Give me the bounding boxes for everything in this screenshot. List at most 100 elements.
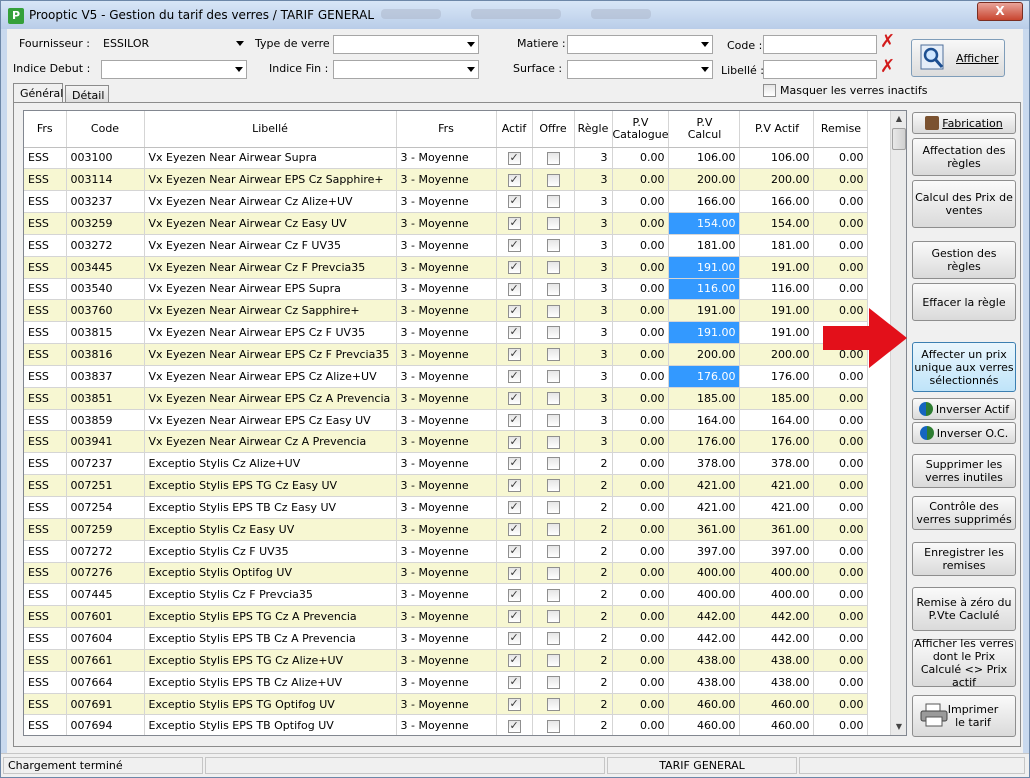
table-row[interactable]: ESS 007254 Exceptio Stylis EPS TB Cz Easy … — [24, 496, 869, 519]
scroll-thumb[interactable] — [892, 128, 906, 150]
table-row[interactable]: ESS 003859 Vx Eyezen Near Airwear EPS Cz E… — [24, 409, 869, 432]
actif-checkbox[interactable] — [507, 588, 521, 602]
clear-libelle-icon[interactable]: ✗ — [880, 58, 895, 76]
actif-checkbox[interactable] — [507, 347, 521, 362]
table-row[interactable]: ESS 007601 Exceptio Stylis EPS TG Cz A Pre… — [24, 605, 869, 629]
table-row[interactable]: ESS 007272 Exceptio Stylis Cz F UV35 3 - Mo… — [24, 540, 869, 563]
offre-checkbox[interactable] — [546, 610, 560, 624]
remise-zero-button[interactable]: Remise à zéro du P.Vte Caclulé — [912, 587, 1016, 631]
afficher-verres-button[interactable]: Afficher les verres dont le Prix Calculé… — [912, 637, 1016, 689]
actif-checkbox[interactable] — [507, 391, 521, 405]
actif-checkbox[interactable] — [507, 631, 521, 646]
offre-checkbox[interactable] — [546, 217, 560, 231]
table-row[interactable]: ESS 003540 Vx Eyezen Near Airwear EPS Supr… — [24, 278, 869, 301]
actif-checkbox[interactable] — [507, 544, 521, 558]
column-header[interactable]: P.V Calcul — [668, 111, 741, 148]
actif-checkbox[interactable] — [507, 522, 521, 537]
offre-checkbox[interactable] — [546, 654, 560, 668]
actif-checkbox[interactable] — [507, 216, 521, 231]
supprimer-verres-button[interactable]: Supprimer les verres inutiles — [912, 454, 1016, 488]
actif-checkbox[interactable] — [507, 413, 521, 427]
column-header[interactable]: Code — [66, 111, 145, 148]
offre-checkbox[interactable] — [546, 632, 560, 646]
table-row[interactable]: ESS 007604 Exceptio Stylis EPS TB Cz A Pre… — [24, 627, 869, 650]
imprimer-tarif-button[interactable]: Imprimer le tarif — [912, 695, 1016, 737]
table-row[interactable]: ESS 003816 Vx Eyezen Near Airwear EPS Cz F… — [24, 343, 869, 366]
column-header[interactable]: Offre — [532, 111, 575, 148]
offre-checkbox[interactable] — [546, 239, 560, 253]
actif-checkbox[interactable] — [507, 435, 521, 449]
offre-checkbox[interactable] — [546, 523, 560, 537]
actif-checkbox[interactable] — [507, 369, 521, 384]
actif-checkbox[interactable] — [507, 609, 521, 624]
offre-checkbox[interactable] — [546, 675, 560, 689]
offre-checkbox[interactable] — [546, 282, 560, 296]
actif-checkbox[interactable] — [507, 456, 521, 471]
gestion-regles-button[interactable]: Gestion des règles — [912, 241, 1016, 279]
offre-checkbox[interactable] — [546, 370, 560, 384]
offre-checkbox[interactable] — [546, 348, 560, 362]
matiere-select[interactable] — [567, 35, 713, 54]
table-row[interactable]: ESS 007691 Exceptio Stylis EPS TG Optifog … — [24, 693, 869, 716]
actif-checkbox[interactable] — [507, 325, 521, 340]
inverser-actif-button[interactable]: Inverser Actif — [912, 398, 1016, 420]
grid-scrollbar[interactable]: ▲ ▼ — [890, 111, 906, 735]
table-row[interactable]: ESS 007694 Exceptio Stylis EPS TB Optifog … — [24, 714, 869, 735]
actif-checkbox[interactable] — [507, 719, 521, 733]
column-header[interactable]: Actif — [496, 111, 533, 148]
offre-checkbox[interactable] — [546, 697, 560, 711]
column-header[interactable]: P.V Catalogue — [612, 111, 670, 148]
offre-checkbox[interactable] — [546, 151, 560, 165]
column-header[interactable]: P.V Actif — [739, 111, 815, 148]
type-verre-select[interactable] — [333, 35, 479, 54]
clear-code-icon[interactable]: ✗ — [880, 33, 895, 51]
offre-checkbox[interactable] — [546, 544, 560, 558]
offre-checkbox[interactable] — [546, 304, 560, 318]
offre-checkbox[interactable] — [546, 391, 560, 405]
offre-checkbox[interactable] — [546, 195, 560, 209]
scroll-up-icon[interactable]: ▲ — [891, 111, 906, 127]
offre-checkbox[interactable] — [546, 566, 560, 580]
affectation-regles-button[interactable]: Affectation des règles — [912, 138, 1016, 176]
offre-checkbox[interactable] — [546, 457, 560, 471]
table-row[interactable]: ESS 007276 Exceptio Stylis Optifog UV 3 - M… — [24, 562, 869, 585]
table-row[interactable]: ESS 007661 Exceptio Stylis EPS TG Cz Alize… — [24, 649, 869, 672]
indice-debut-select[interactable] — [101, 60, 247, 79]
offre-checkbox[interactable] — [546, 719, 560, 733]
actif-checkbox[interactable] — [507, 697, 521, 711]
offre-checkbox[interactable] — [546, 326, 560, 340]
fournisseur-select[interactable]: ESSILOR — [99, 35, 247, 54]
actif-checkbox[interactable] — [507, 151, 521, 165]
actif-checkbox[interactable] — [507, 304, 521, 318]
table-row[interactable]: ESS 003445 Vx Eyezen Near Airwear Cz F Pre… — [24, 256, 869, 279]
fabrication-button[interactable]: Fabrication — [912, 112, 1016, 134]
table-row[interactable]: ESS 003237 Vx Eyezen Near Airwear Cz Alize… — [24, 190, 869, 214]
table-row[interactable]: ESS 003815 Vx Eyezen Near Airwear EPS Cz F… — [24, 321, 869, 345]
enregistrer-remises-button[interactable]: Enregistrer les remises — [912, 542, 1016, 576]
affecter-prix-unique-button[interactable]: Affecter un prix unique aux verres sélec… — [912, 342, 1016, 392]
offre-checkbox[interactable] — [546, 260, 560, 274]
column-header[interactable]: Libellé — [144, 111, 397, 148]
table-row[interactable]: ESS 003114 Vx Eyezen Near Airwear EPS Cz S… — [24, 168, 869, 192]
column-header[interactable]: Frs — [24, 111, 67, 148]
surface-select[interactable] — [567, 60, 713, 79]
actif-checkbox[interactable] — [507, 478, 521, 493]
table-row[interactable]: ESS 007445 Exceptio Stylis Cz F Prevcia35 3… — [24, 583, 869, 607]
offre-checkbox[interactable] — [546, 501, 560, 515]
column-header[interactable]: Règle — [574, 111, 613, 148]
table-row[interactable]: ESS 003851 Vx Eyezen Near Airwear EPS Cz A… — [24, 387, 869, 410]
column-header[interactable]: Frs — [396, 111, 497, 148]
afficher-button[interactable]: Afficher — [911, 39, 1005, 77]
table-row[interactable]: ESS 003272 Vx Eyezen Near Airwear Cz F UV3… — [24, 234, 869, 257]
masquer-checkbox[interactable] — [763, 84, 776, 97]
table-row[interactable]: ESS 003941 Vx Eyezen Near Airwear Cz A Pre… — [24, 430, 869, 454]
tab-general[interactable]: Général — [13, 83, 63, 103]
table-row[interactable]: ESS 003100 Vx Eyezen Near Airwear Supra 3 -… — [24, 147, 869, 170]
column-header[interactable]: Remise — [813, 111, 869, 148]
libelle-input[interactable] — [763, 60, 877, 79]
table-row[interactable]: ESS 003259 Vx Eyezen Near Airwear Cz Easy … — [24, 212, 869, 235]
effacer-regle-button[interactable]: Effacer la règle — [912, 283, 1016, 321]
table-row[interactable]: ESS 007259 Exceptio Stylis Cz Easy UV 3 - M… — [24, 518, 869, 541]
actif-checkbox[interactable] — [507, 238, 521, 253]
table-row[interactable]: ESS 007664 Exceptio Stylis EPS TB Cz Alize… — [24, 671, 869, 694]
